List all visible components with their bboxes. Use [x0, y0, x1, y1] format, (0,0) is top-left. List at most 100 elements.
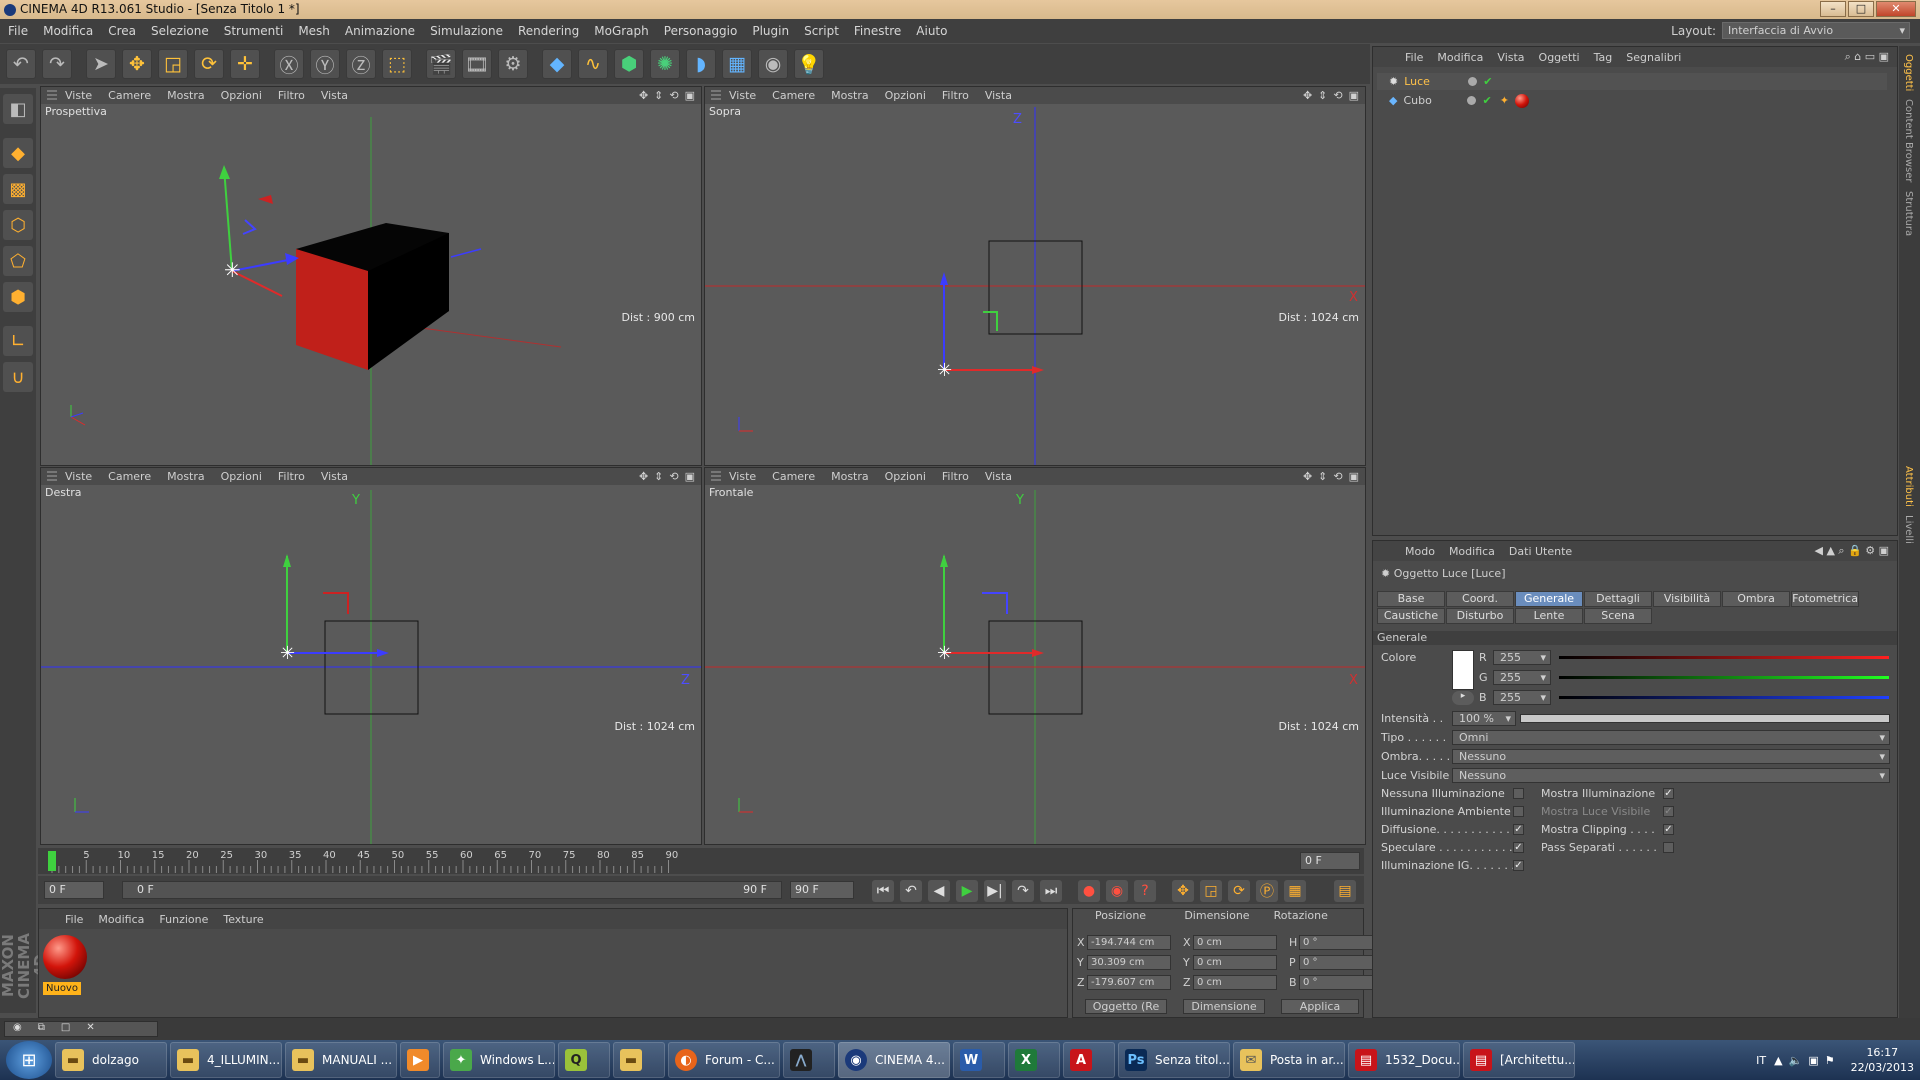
attr-menu-dati-utente[interactable]: Dati Utente	[1509, 545, 1572, 558]
position-x-field[interactable]: -194.744 cm	[1087, 935, 1171, 950]
size-z-field[interactable]: 0 cm	[1193, 975, 1277, 990]
color-b-slider[interactable]	[1559, 696, 1889, 699]
material-name[interactable]: Nuovo	[43, 982, 81, 995]
minimize-button[interactable]: –	[1820, 1, 1846, 17]
material-menu-texture[interactable]: Texture	[223, 913, 263, 926]
color-b-field[interactable]: 255	[1493, 690, 1551, 705]
material-preview[interactable]	[43, 935, 87, 979]
range-slider[interactable]: 0 F 90 F	[122, 881, 782, 899]
layout-dropdown[interactable]: Interfaccia di Avvio	[1722, 22, 1910, 39]
polygons-mode-icon[interactable]: ⬢	[3, 282, 33, 312]
menu-script[interactable]: Script	[804, 24, 839, 38]
coord-mode-dropdown[interactable]: Oggetto (Re	[1085, 999, 1167, 1014]
diffusione-checkbox[interactable]: ✓	[1513, 824, 1524, 835]
rotate-tool-icon[interactable]: ⟳	[194, 49, 224, 79]
timeline-settings-icon[interactable]: ▤	[1334, 880, 1356, 902]
illuminazione-ambiente-checkbox[interactable]	[1513, 806, 1524, 817]
material-tag-icon[interactable]	[1514, 93, 1529, 108]
enabled-check-icon[interactable]: ✔	[1483, 75, 1492, 88]
material-menu-modifica[interactable]: Modifica	[98, 913, 144, 926]
model-mode-icon[interactable]: ◆	[3, 138, 33, 168]
taskbar-item[interactable]: ✦ Windows L...	[443, 1042, 555, 1078]
next-frame-icon[interactable]: ▶|	[984, 880, 1006, 902]
menu-animazione[interactable]: Animazione	[345, 24, 415, 38]
goto-end-icon[interactable]: ⏭	[1040, 880, 1062, 902]
taskbar-item[interactable]: ✉ Posta in ar...	[1233, 1042, 1345, 1078]
menu-file[interactable]: File	[8, 24, 28, 38]
maximize-button[interactable]: □	[1848, 1, 1874, 17]
edges-mode-icon[interactable]: ⬠	[3, 246, 33, 276]
tab-visibilita[interactable]: Visibilità	[1653, 591, 1721, 607]
z-axis-lock-icon[interactable]: Ⓩ	[346, 49, 376, 79]
floor-environment-icon[interactable]: ▦	[722, 49, 752, 79]
nurbs-icon[interactable]: ⬢	[614, 49, 644, 79]
menu-plugin[interactable]: Plugin	[752, 24, 789, 38]
position-y-field[interactable]: 30.309 cm	[1087, 955, 1171, 970]
phong-tag-icon[interactable]: ✦	[1500, 94, 1509, 107]
mostra-luce-visibile-checkbox[interactable]: ✓	[1663, 806, 1674, 817]
menu-mograph[interactable]: MoGraph	[594, 24, 649, 38]
object-menu-file[interactable]: File	[1405, 51, 1423, 64]
rotation-h-field[interactable]: 0 °	[1299, 935, 1383, 950]
cinema4d-icon[interactable]: ◉	[13, 1022, 22, 1036]
object-menu-vista[interactable]: Vista	[1497, 51, 1524, 64]
material-menu-file[interactable]: File	[65, 913, 83, 926]
taskbar-item[interactable]: ▬ MANUALI ...	[285, 1042, 397, 1078]
tab-caustiche[interactable]: Caustiche	[1377, 608, 1445, 624]
viewport-front[interactable]: Viste Camere Mostra Opzioni Filtro Vista…	[704, 467, 1366, 845]
object-row-cubo[interactable]: ◆ Cubo ✔ ✦	[1377, 92, 1887, 109]
language-indicator[interactable]: IT	[1756, 1054, 1766, 1067]
tab-fotometrica[interactable]: Fotometrica	[1791, 591, 1859, 607]
position-z-field[interactable]: -179.607 cm	[1087, 975, 1171, 990]
speaker-icon[interactable]: 🔈	[1789, 1054, 1803, 1067]
show-hidden-icons-icon[interactable]: ▲	[1774, 1054, 1782, 1067]
size-x-field[interactable]: 0 cm	[1193, 935, 1277, 950]
add-tool-icon[interactable]: ✛	[230, 49, 260, 79]
menu-crea[interactable]: Crea	[108, 24, 136, 38]
camera-icon[interactable]: ◉	[758, 49, 788, 79]
end-frame-field[interactable]: 90 F	[790, 881, 854, 899]
viewport-right[interactable]: Viste Camere Mostra Opzioni Filtro Vista…	[40, 467, 702, 845]
taskbar-item[interactable]: ◐ Forum - C...	[668, 1042, 780, 1078]
ombra-dropdown[interactable]: Nessuno	[1452, 749, 1890, 764]
points-mode-icon[interactable]: ⬡	[3, 210, 33, 240]
object-row-luce[interactable]: ✹ Luce ✔	[1377, 73, 1887, 90]
key-scale-icon[interactable]: ◲	[1200, 880, 1222, 902]
color-g-field[interactable]: 255	[1493, 670, 1551, 685]
taskbar-item[interactable]: A	[1063, 1042, 1115, 1078]
menu-simulazione[interactable]: Simulazione	[430, 24, 503, 38]
size-y-field[interactable]: 0 cm	[1193, 955, 1277, 970]
record-keys-icon[interactable]: ●	[1078, 880, 1100, 902]
tab-scena[interactable]: Scena	[1584, 608, 1652, 624]
color-r-field[interactable]: 255	[1493, 650, 1551, 665]
object-menu-segnalibri[interactable]: Segnalibri	[1626, 51, 1681, 64]
tab-coord[interactable]: Coord.	[1446, 591, 1514, 607]
tab-ombra[interactable]: Ombra	[1722, 591, 1790, 607]
pass-separati-checkbox[interactable]	[1663, 842, 1674, 853]
menu-selezione[interactable]: Selezione	[151, 24, 209, 38]
menu-modifica[interactable]: Modifica	[43, 24, 93, 38]
keyframe-selection-icon[interactable]: ?	[1134, 880, 1156, 902]
intensity-slider[interactable]	[1520, 714, 1890, 723]
rotation-b-field[interactable]: 0 °	[1299, 975, 1383, 990]
workplane-icon[interactable]: ∟	[3, 326, 33, 356]
coordinate-system-icon[interactable]: ⬚	[382, 49, 412, 79]
expand-color-icon[interactable]: ▸	[1452, 691, 1474, 705]
taskbar-item[interactable]: ⋀	[783, 1042, 835, 1078]
taskbar-item[interactable]: ▤ 1532_Docu...	[1348, 1042, 1460, 1078]
y-axis-lock-icon[interactable]: Ⓨ	[310, 49, 340, 79]
illuminazione-ig-checkbox[interactable]: ✓	[1513, 860, 1524, 871]
key-pla-icon[interactable]: ▦	[1284, 880, 1306, 902]
tab-dettagli[interactable]: Dettagli	[1584, 591, 1652, 607]
key-rotation-icon[interactable]: ⟳	[1228, 880, 1250, 902]
flag-icon[interactable]: ⚑	[1825, 1054, 1835, 1067]
taskbar-item[interactable]: ▬ 4_ILLUMIN...	[170, 1042, 282, 1078]
clock[interactable]: 16:17 22/03/2013	[1851, 1045, 1914, 1075]
menu-finestre[interactable]: Finestre	[854, 24, 901, 38]
cube-primitive-icon[interactable]: ◆	[542, 49, 572, 79]
undo-icon[interactable]: ↶	[6, 49, 36, 79]
key-parameter-icon[interactable]: Ⓟ	[1256, 880, 1278, 902]
timeline-ruler[interactable]: 051015202530354045505560657075808590 0 F	[38, 848, 1364, 874]
attr-nav-icons[interactable]: ◀ ▲ ⌕ 🔒 ⚙ ▣	[1814, 544, 1889, 558]
coord-size-mode-dropdown[interactable]: Dimensione	[1183, 999, 1265, 1014]
